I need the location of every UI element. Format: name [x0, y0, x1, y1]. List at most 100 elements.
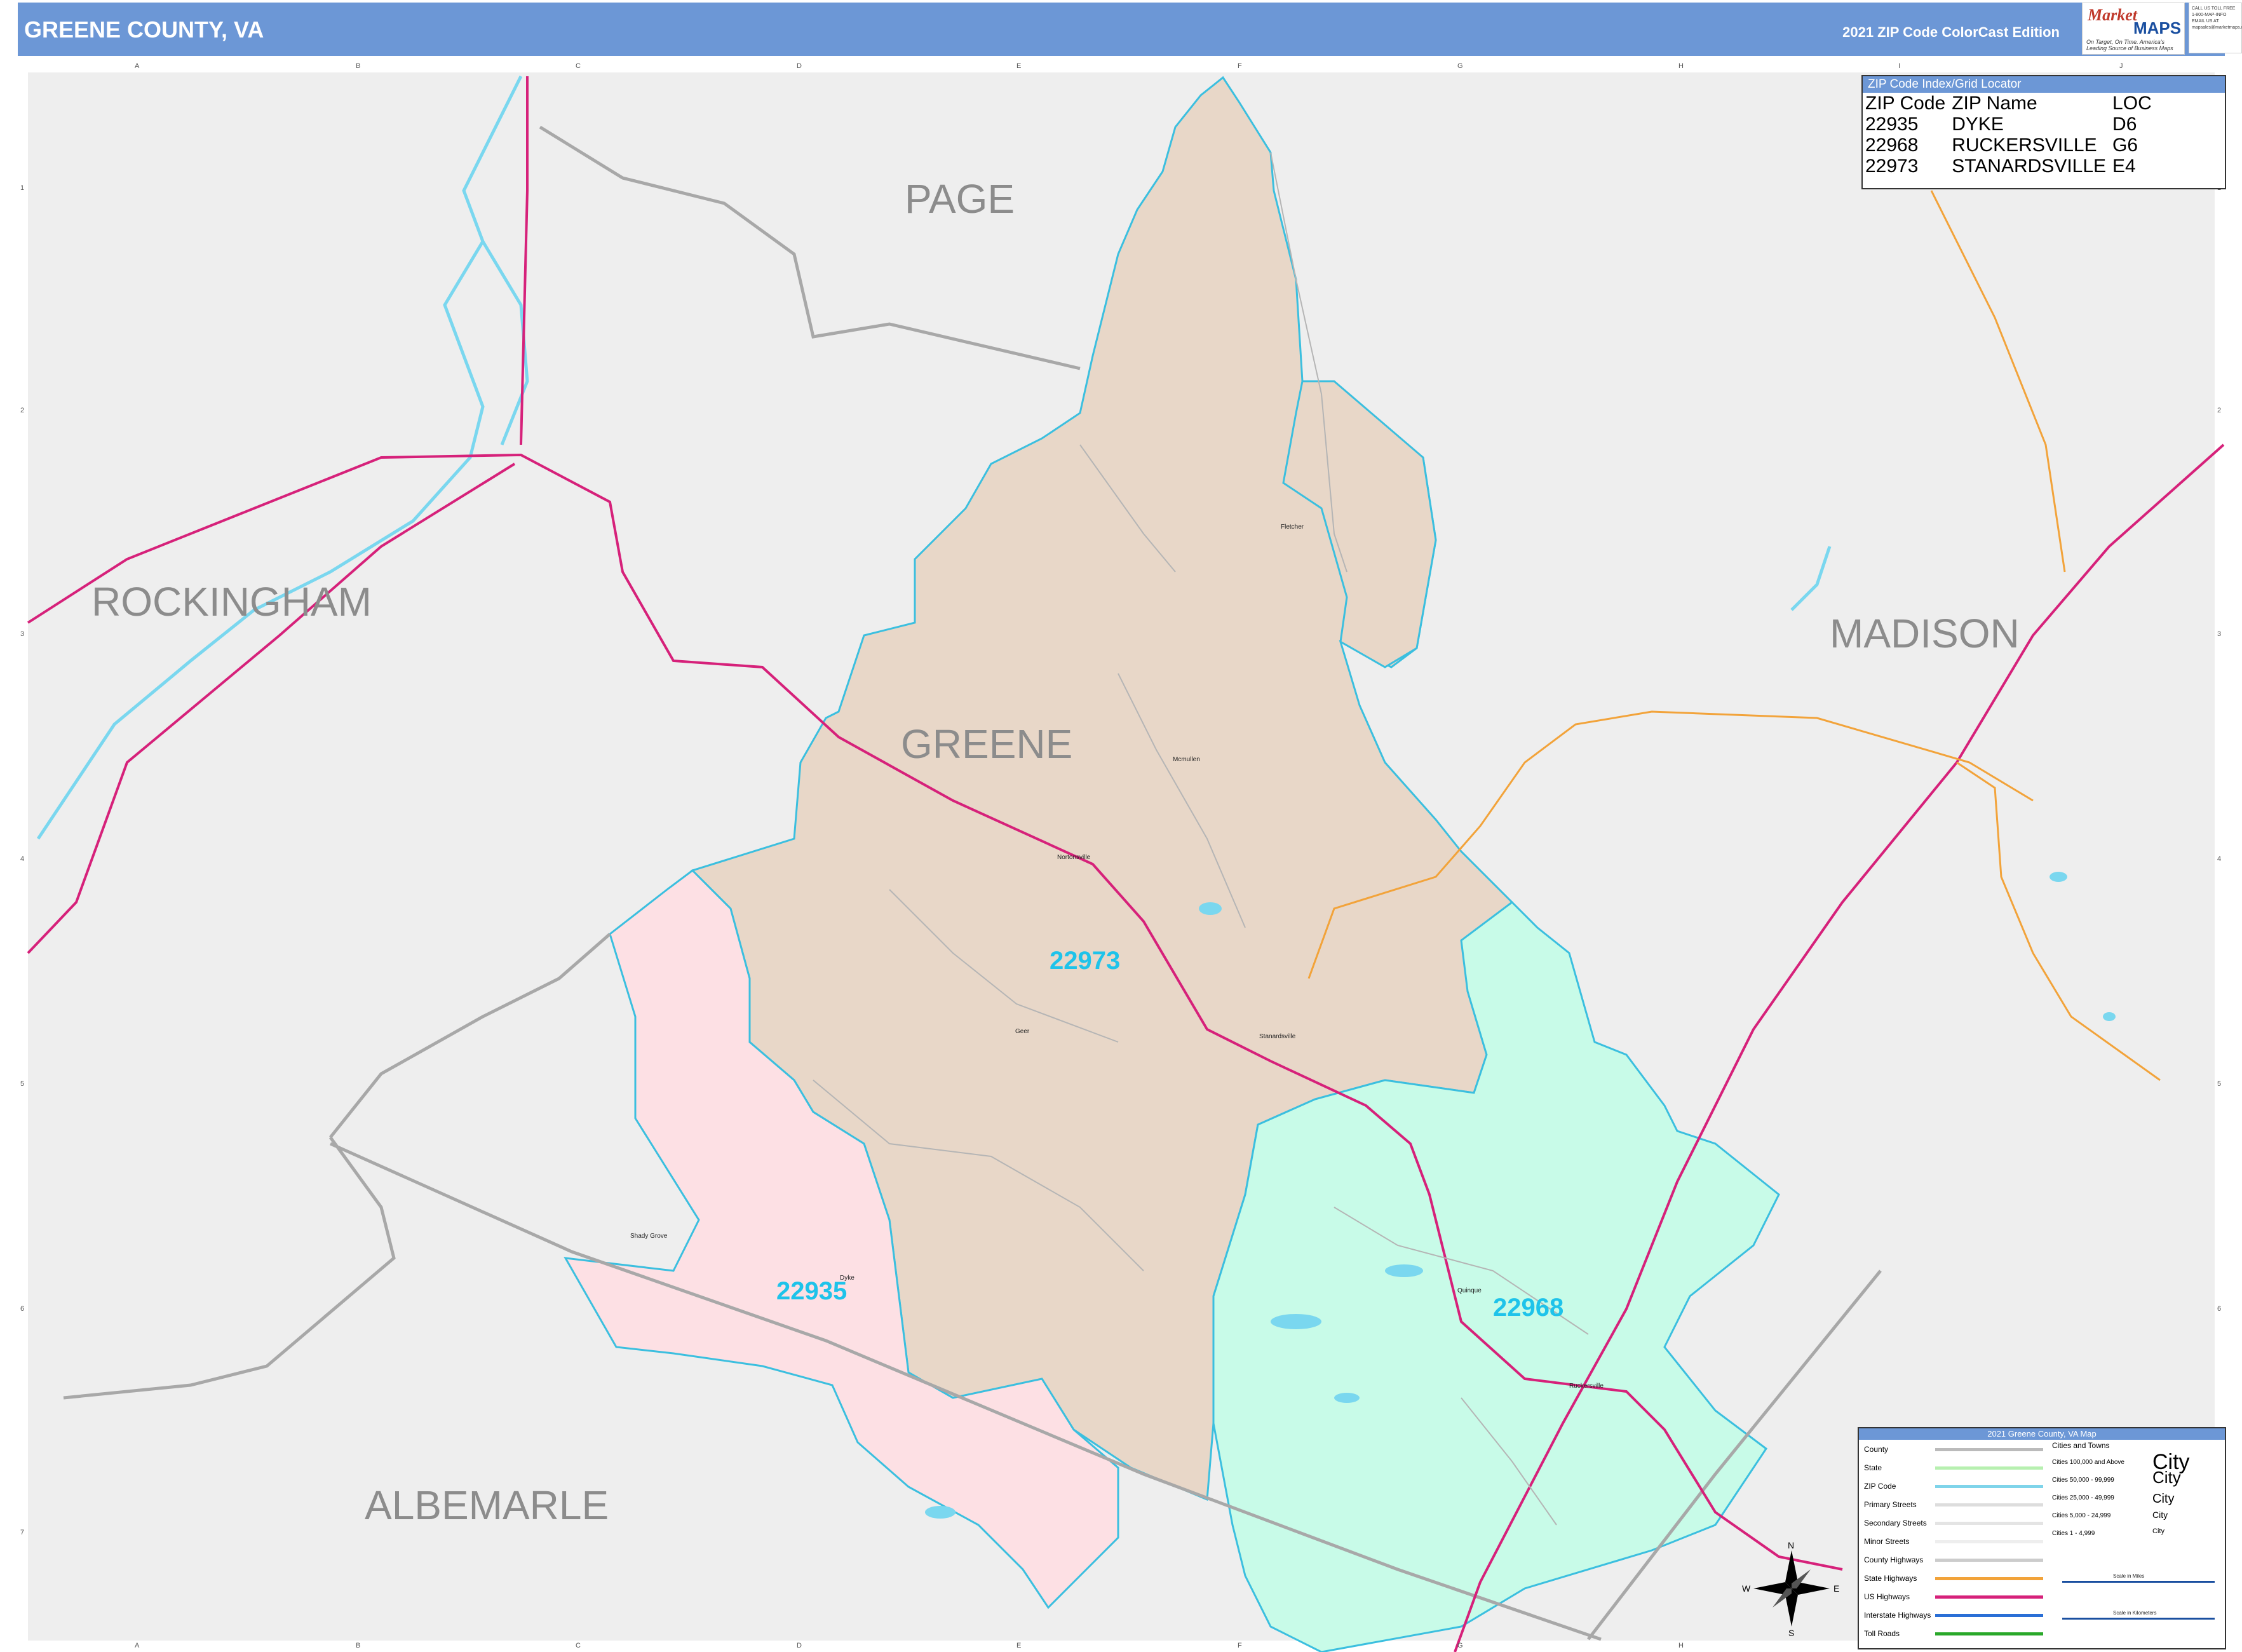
legend-item-swatch — [1935, 1595, 2043, 1599]
grid-col-b: B — [356, 62, 361, 70]
town-geer[interactable]: Geer — [1015, 1028, 1029, 1035]
grid-col-i: I — [1898, 62, 1901, 70]
grid-col-g-bottom: G — [1457, 1642, 1463, 1649]
legend-item-label: State — [1864, 1463, 1882, 1472]
legend-item-label: US Highways — [1864, 1592, 1910, 1601]
town-quinque[interactable]: Quinque — [1457, 1287, 1482, 1294]
grid-row-6: 6 — [20, 1305, 25, 1313]
county-label-albemarle[interactable]: ALBEMARLE — [365, 1482, 609, 1529]
town-fletcher[interactable]: Fletcher — [1281, 524, 1304, 531]
grid-col-f: F — [1238, 62, 1242, 70]
compass-south: S — [1788, 1628, 1795, 1638]
scale-bar-km — [2062, 1618, 2215, 1620]
zip-index-col-loc: LOC — [2112, 93, 2152, 114]
zip-label-22973[interactable]: 22973 — [1050, 947, 1120, 975]
grid-row-2-right: 2 — [2217, 407, 2222, 414]
scale-miles-label: Scale in Miles — [2113, 1573, 2145, 1579]
compass-north: N — [1788, 1540, 1795, 1550]
grid-col-f-bottom: F — [1238, 1642, 1242, 1649]
zip-index-cell: D6 — [2112, 114, 2137, 135]
zip-index-cell: RUCKERSVILLE — [1952, 135, 2097, 156]
legend-item-label: ZIP Code — [1864, 1482, 1896, 1491]
grid-col-g: G — [1457, 62, 1463, 70]
town-shady-grove[interactable]: Shady Grove — [630, 1233, 667, 1240]
legend-item-swatch — [1935, 1503, 2043, 1506]
grid-col-j: J — [2119, 62, 2123, 70]
zip-label-22968[interactable]: 22968 — [1493, 1294, 1563, 1322]
legend-item-label: Interstate Highways — [1864, 1611, 1931, 1620]
zip-index-header-row: ZIP Code ZIP Name LOC — [1865, 93, 2158, 114]
legend-item-label: Minor Streets — [1864, 1537, 1910, 1546]
grid-row-1: 1 — [20, 184, 25, 192]
compass-east: E — [1833, 1583, 1840, 1594]
legend-city-class: Cities 1 - 4,999 — [2052, 1530, 2095, 1537]
grid-col-a-bottom: A — [135, 1642, 140, 1649]
zip-label-22935[interactable]: 22935 — [776, 1277, 847, 1306]
map-legend: 2021 Greene County, VA Map Cities and To… — [1858, 1427, 2226, 1649]
scale-bar-miles — [2062, 1581, 2215, 1583]
grid-col-h-bottom: H — [1678, 1642, 1684, 1649]
grid-col-d-bottom: D — [797, 1642, 802, 1649]
grid-col-e: E — [1016, 62, 1022, 70]
legend-item-label: State Highways — [1864, 1574, 1917, 1583]
legend-city-class: Cities 100,000 and Above — [2052, 1459, 2124, 1466]
county-label-page[interactable]: PAGE — [905, 175, 1015, 222]
legend-item-label: Secondary Streets — [1864, 1519, 1927, 1527]
legend-item-swatch — [1935, 1632, 2043, 1635]
grid-row-4-right: 4 — [2217, 855, 2222, 863]
table-row[interactable]: 22935 DYKE D6 — [1865, 114, 2158, 135]
town-mcmullen[interactable]: Mcmullen — [1173, 756, 1200, 763]
table-row[interactable]: 22973 STANARDSVILLE E4 — [1865, 156, 2158, 177]
grid-row-3: 3 — [20, 630, 25, 638]
grid-col-e-bottom: E — [1016, 1642, 1022, 1649]
legend-item-label: Toll Roads — [1864, 1629, 1900, 1638]
town-nortonsville[interactable]: Nortonsville — [1057, 854, 1090, 861]
legend-city-sample: City — [2152, 1510, 2168, 1520]
zip-index-cell: G6 — [2112, 135, 2138, 156]
grid-col-a: A — [135, 62, 140, 70]
grid-col-b-bottom: B — [356, 1642, 361, 1649]
legend-item-swatch — [1935, 1522, 2043, 1525]
grid-col-d: D — [797, 62, 802, 70]
zip-index-heading: ZIP Code Index/Grid Locator — [1863, 76, 2225, 93]
compass-west: W — [1742, 1583, 1751, 1594]
zip-index-cell: 22968 — [1865, 135, 1919, 156]
legend-item-label: County Highways — [1864, 1555, 1924, 1564]
county-label-madison[interactable]: MADISON — [1830, 610, 2020, 657]
legend-heading: 2021 Greene County, VA Map — [1859, 1428, 2225, 1440]
town-stanardsville[interactable]: Stanardsville — [1259, 1033, 1295, 1040]
zip-index-panel: ZIP Code Index/Grid Locator ZIP Code ZIP… — [1861, 75, 2226, 189]
grid-row-5: 5 — [20, 1080, 25, 1088]
legend-item-swatch — [1935, 1466, 2043, 1470]
legend-item-swatch — [1935, 1485, 2043, 1488]
town-ruckersville[interactable]: Ruckersville — [1569, 1383, 1604, 1390]
zip-index-cell: 22935 — [1865, 114, 1919, 135]
zip-index-cell: STANARDSVILLE — [1952, 156, 2107, 177]
table-row[interactable]: 22968 RUCKERSVILLE G6 — [1865, 135, 2158, 156]
legend-city-class: Cities 25,000 - 49,999 — [2052, 1494, 2114, 1501]
legend-item-label: County — [1864, 1445, 1889, 1454]
legend-city-class: Cities 5,000 - 24,999 — [2052, 1512, 2111, 1519]
legend-city-sample: City — [2152, 1492, 2175, 1506]
legend-city-sample: City — [2152, 1468, 2181, 1487]
town-dyke[interactable]: Dyke — [840, 1275, 854, 1282]
zip-index-table: ZIP Code ZIP Name LOC 22935 DYKE D6 2296… — [1865, 93, 2158, 177]
county-label-greene[interactable]: GREENE — [901, 721, 1072, 768]
grid-row-4: 4 — [20, 855, 25, 863]
map-canvas[interactable] — [0, 0, 2242, 1652]
legend-item-swatch — [1935, 1540, 2043, 1543]
zip-index-cell: E4 — [2112, 156, 2136, 177]
legend-city-class: Cities 50,000 - 99,999 — [2052, 1477, 2114, 1484]
grid-row-6-right: 6 — [2217, 1305, 2222, 1313]
zip-index-cell: 22973 — [1865, 156, 1919, 177]
zip-index-col-zip: ZIP Code — [1865, 93, 1946, 114]
grid-row-5-right: 5 — [2217, 1080, 2222, 1088]
grid-row-7: 7 — [20, 1529, 25, 1536]
county-label-rockingham[interactable]: ROCKINGHAM — [91, 578, 372, 625]
scale-km-label: Scale in Kilometers — [2113, 1610, 2157, 1616]
legend-cities-heading: Cities and Towns — [2052, 1441, 2110, 1450]
grid-col-h: H — [1678, 62, 1684, 70]
grid-col-c: C — [576, 62, 581, 70]
legend-item-swatch — [1935, 1448, 2043, 1451]
legend-item-label: Primary Streets — [1864, 1500, 1917, 1509]
